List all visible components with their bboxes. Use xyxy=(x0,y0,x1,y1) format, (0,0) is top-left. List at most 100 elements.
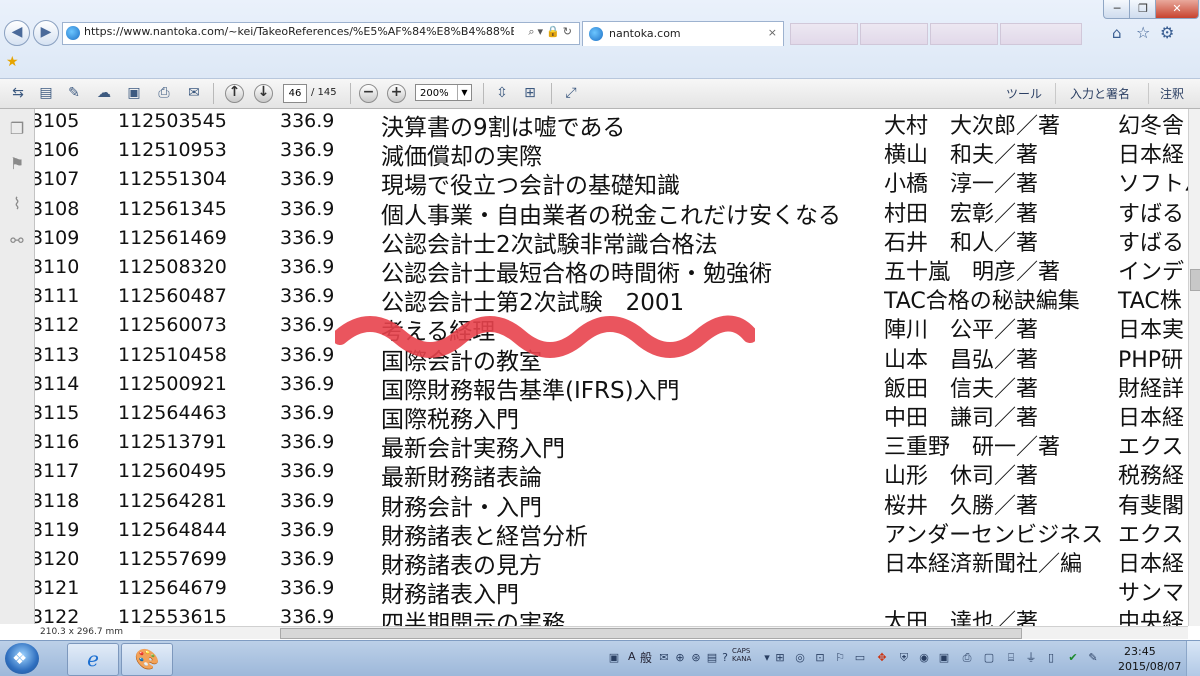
toolbar-separator xyxy=(1055,83,1056,104)
tray-globe-icon[interactable]: ◎ xyxy=(793,651,807,665)
tray-sync-icon[interactable]: ◉ xyxy=(917,651,931,665)
book-author: 中田 謙司／著 xyxy=(884,406,1039,431)
previous-page-icon[interactable]: ↑ xyxy=(225,84,244,103)
gear-icon[interactable]: ⚙ xyxy=(1160,23,1174,42)
classification-number: 336.9 xyxy=(280,226,335,249)
zoom-out-icon[interactable]: − xyxy=(359,84,378,103)
lock-icon[interactable]: 🔒 xyxy=(546,25,563,38)
tray-app2-icon[interactable]: ▣ xyxy=(937,651,951,665)
background-tab[interactable] xyxy=(1000,23,1082,45)
tray-grid-icon[interactable]: ⊞ xyxy=(773,651,787,665)
tray-app-icon[interactable]: ▣ xyxy=(607,651,621,665)
pdf-document-view[interactable]: 3105 112503545 336.9 決算書の9割は嘘である 大村 大次郎／著 幻冬舎… xyxy=(35,109,1188,626)
ime-arrow-icon[interactable]: ▾ xyxy=(760,651,774,665)
ime-mode-kanji[interactable]: 般 xyxy=(640,649,652,666)
fullscreen-icon[interactable]: ⤢ xyxy=(561,84,581,102)
show-desktop-button[interactable] xyxy=(1186,641,1200,676)
address-bar[interactable]: https://www.nantoka.com/~kei/TakeoRefere… xyxy=(62,22,580,45)
ime-help-icon[interactable]: ? xyxy=(718,651,732,665)
book-publisher: 日本経 xyxy=(1118,406,1185,431)
tray-device-icon[interactable]: ⊡ xyxy=(813,651,827,665)
maximize-button[interactable]: ❐ xyxy=(1129,0,1157,19)
tray-pin-icon[interactable]: ✎ xyxy=(1086,651,1100,665)
tray-window-icon[interactable]: ▭ xyxy=(853,651,867,665)
zoom-in-icon[interactable]: + xyxy=(387,84,406,103)
row-number: 3107 xyxy=(35,168,80,191)
next-page-icon[interactable]: ↓ xyxy=(254,84,273,103)
upload-cloud-icon[interactable]: ☁ xyxy=(94,84,114,102)
paint-palette-icon: 🎨 xyxy=(134,647,160,671)
favorites-star-icon[interactable]: ☆ xyxy=(1136,23,1150,42)
close-window-button[interactable]: ✕ xyxy=(1155,0,1199,19)
edit-icon[interactable]: ✎ xyxy=(64,84,84,102)
search-icon[interactable]: ⌕ xyxy=(528,25,537,38)
tab-nantoka[interactable]: nantoka.com × xyxy=(582,21,784,46)
binoculars-icon[interactable]: ⚯ xyxy=(7,231,27,251)
clock-time[interactable]: 23:45 xyxy=(1124,645,1156,658)
ime-tool-icon[interactable]: ✉ xyxy=(657,651,671,665)
email-icon[interactable]: ✉ xyxy=(184,84,204,102)
book-code: 112510458 xyxy=(118,343,227,366)
tray-usb-icon[interactable]: ⏚ xyxy=(1024,651,1038,665)
ime-mode-a[interactable]: A xyxy=(628,650,636,663)
chevron-down-icon[interactable]: ▼ xyxy=(457,85,471,100)
ime-settings-icon[interactable]: ⊛ xyxy=(689,651,703,665)
home-icon[interactable]: ⌂ xyxy=(1112,24,1122,42)
zoom-select[interactable]: 200% ▼ xyxy=(415,84,472,101)
classification-number: 336.9 xyxy=(280,606,335,626)
bookmark-icon[interactable]: ⚑ xyxy=(7,154,27,174)
page-number-input[interactable]: 46 xyxy=(283,84,307,103)
horizontal-scroll-thumb[interactable] xyxy=(280,628,1022,639)
fit-width-icon[interactable]: ⊞ xyxy=(520,84,540,102)
tray-security-icon[interactable]: ⛨ xyxy=(897,651,911,665)
tray-move-icon[interactable]: ✥ xyxy=(875,651,889,665)
tab-label[interactable]: nantoka.com xyxy=(609,27,681,40)
background-tab[interactable] xyxy=(790,23,858,45)
tab-close-icon[interactable]: × xyxy=(768,26,777,39)
page-thumbnails-icon[interactable]: ❐ xyxy=(7,119,27,139)
table-row: 3114 112500921 336.9 国際財務報告基準(IFRS)入門 飯田 信夫／… xyxy=(35,372,1188,404)
book-code: 112561469 xyxy=(118,226,227,249)
action-center-flag-icon[interactable]: ⚐ xyxy=(833,651,847,665)
background-tab[interactable] xyxy=(860,23,928,45)
vertical-scroll-thumb[interactable] xyxy=(1190,269,1200,291)
comment-pane-button[interactable]: 注釈 xyxy=(1160,85,1184,102)
row-number: 3119 xyxy=(35,518,80,541)
book-publisher: すばる xyxy=(1118,230,1185,256)
save-icon[interactable]: ▣ xyxy=(124,84,144,102)
background-tab[interactable] xyxy=(930,23,998,45)
convert-icon[interactable]: ⇆ xyxy=(8,84,28,102)
vertical-scrollbar[interactable] xyxy=(1188,109,1200,626)
address-tools[interactable]: ⌕▾🔒↻ xyxy=(528,25,575,39)
attachment-paperclip-icon[interactable]: ⌇ xyxy=(7,194,27,214)
book-author: 山形 休司／著 xyxy=(884,464,1039,490)
favorites-bar-icon[interactable]: ★ xyxy=(6,54,19,70)
tray-check-icon[interactable]: ✔ xyxy=(1066,651,1080,665)
ime-pad-icon[interactable]: ▤ xyxy=(705,651,719,665)
fill-sign-pane-button[interactable]: 入力と署名 xyxy=(1070,85,1130,102)
print-icon[interactable]: ⎙ xyxy=(154,84,174,102)
classification-number: 336.9 xyxy=(280,372,335,395)
book-author: 大村 大次郎／著 xyxy=(884,114,1061,139)
address-text[interactable]: https://www.nantoka.com/~kei/TakeoRefere… xyxy=(84,25,514,38)
book-author: 村田 宏彰／著 xyxy=(884,201,1039,227)
refresh-icon[interactable]: ↻ xyxy=(563,25,575,38)
minimize-button[interactable]: ─ xyxy=(1103,0,1131,19)
tray-network-icon[interactable]: ⌸ xyxy=(1004,651,1018,665)
forward-button[interactable]: ▶ xyxy=(33,20,59,46)
tools-pane-button[interactable]: ツール xyxy=(1006,85,1042,102)
back-button[interactable]: ◀ xyxy=(4,20,30,46)
create-pdf-icon[interactable]: ▤ xyxy=(36,84,56,102)
start-button[interactable]: ❖ xyxy=(5,643,39,674)
tray-printer-icon[interactable]: ⎙ xyxy=(960,651,974,665)
book-author: 山本 昌弘／著 xyxy=(884,347,1039,373)
taskbar-internet-explorer[interactable]: ℯ xyxy=(67,643,119,676)
tray-monitor-icon[interactable]: ▢ xyxy=(982,651,996,665)
ime-dictionary-icon[interactable]: ⊕ xyxy=(673,651,687,665)
row-number: 3106 xyxy=(35,139,80,162)
tray-battery-icon[interactable]: ▯ xyxy=(1044,651,1058,665)
horizontal-scrollbar[interactable] xyxy=(140,626,1188,639)
fit-page-icon[interactable]: ⇳ xyxy=(492,84,512,102)
clock-date[interactable]: 2015/08/07 xyxy=(1118,660,1181,673)
taskbar-paint[interactable]: 🎨 xyxy=(121,643,173,676)
